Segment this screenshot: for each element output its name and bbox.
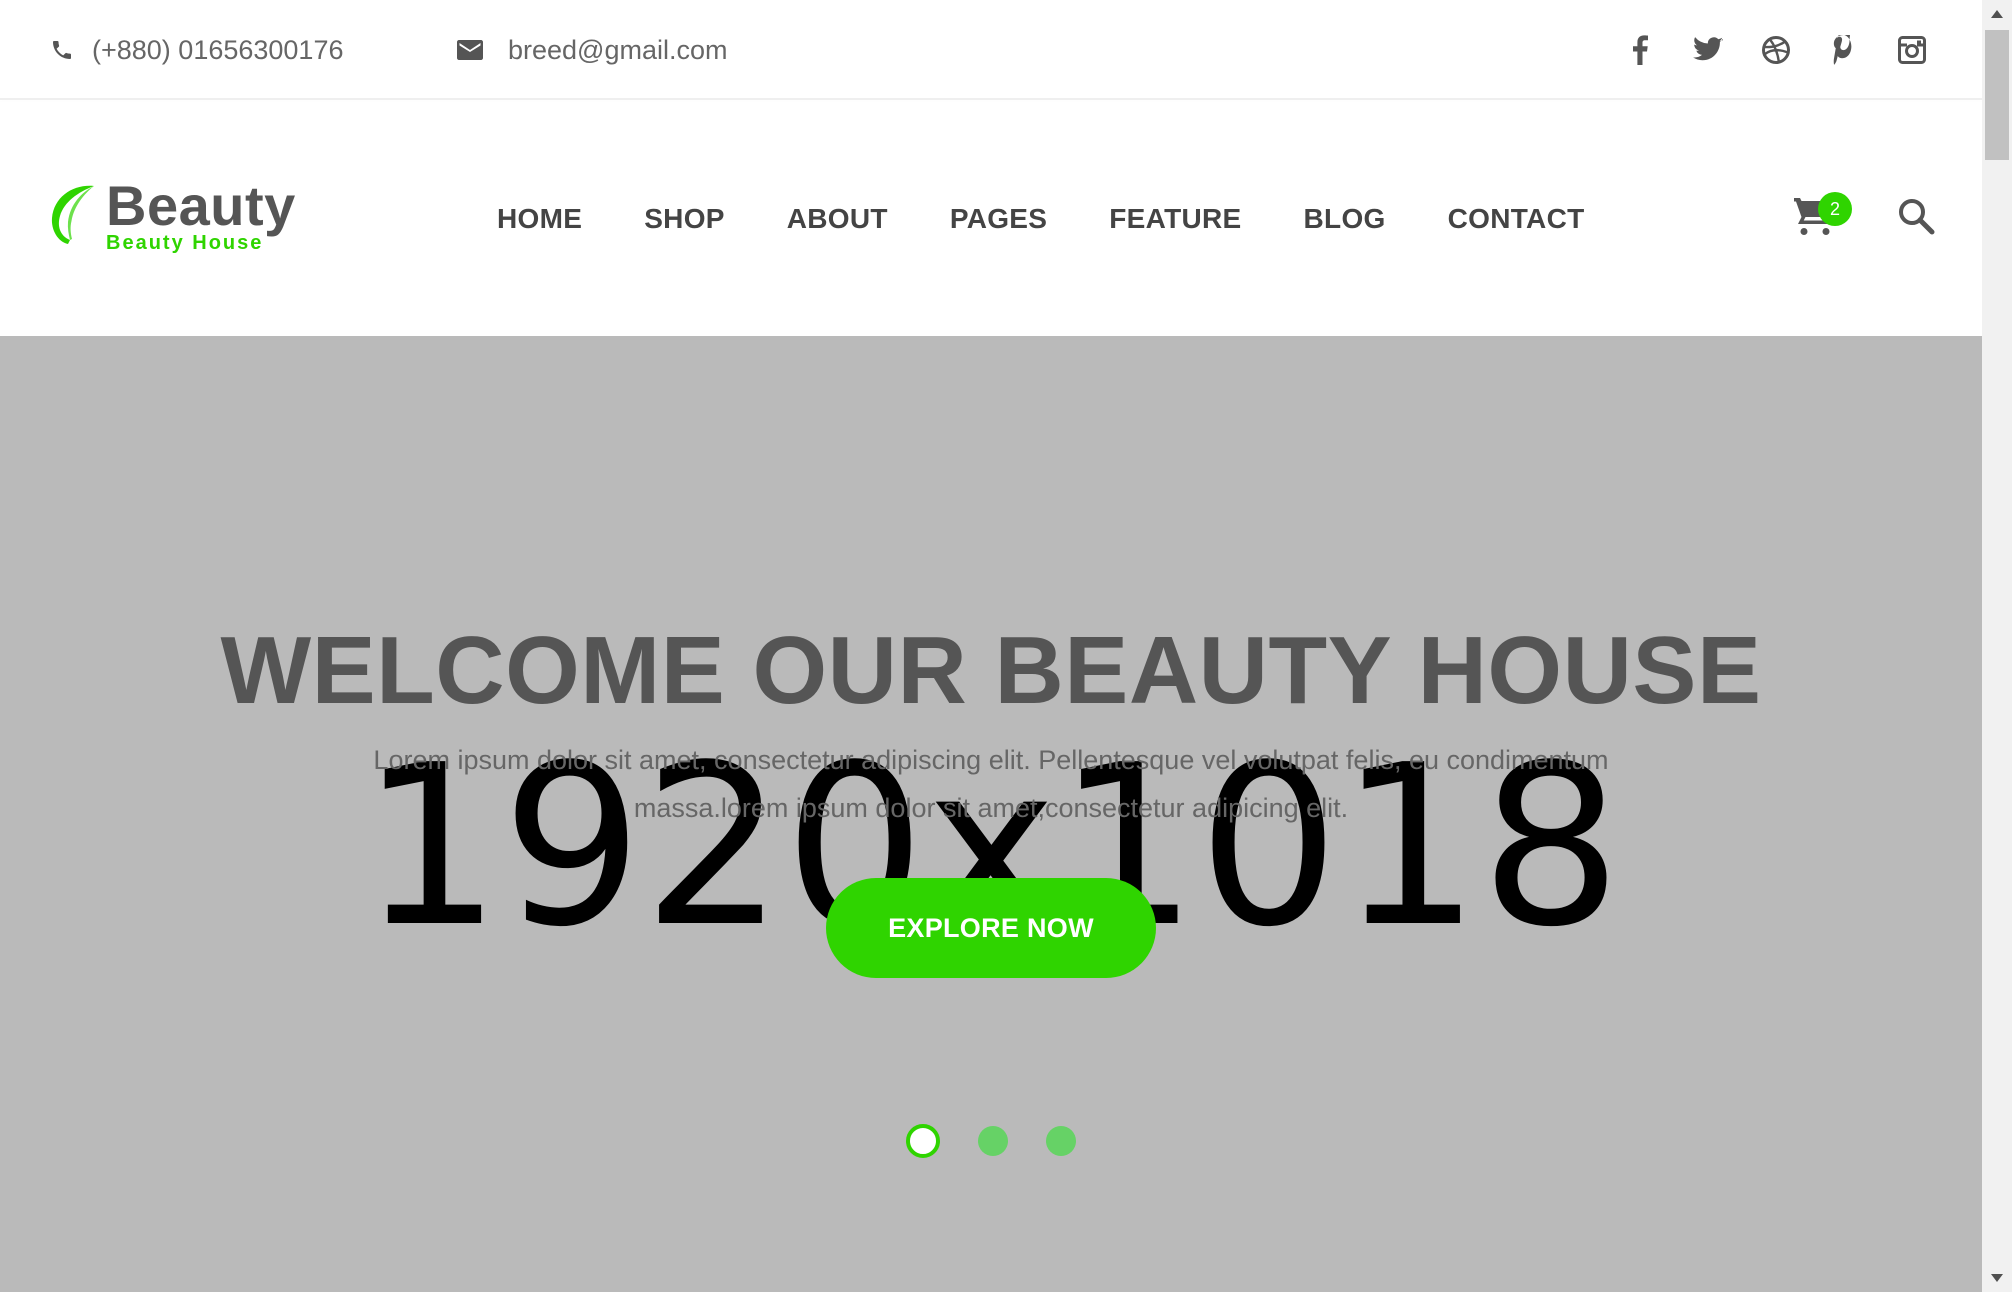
instagram-icon[interactable]: [1894, 32, 1930, 68]
slider-dot-1[interactable]: [906, 1124, 940, 1158]
logo-wordmark: Beauty: [106, 174, 296, 237]
social-links: [1590, 0, 1930, 100]
nav-shop[interactable]: SHOP: [644, 203, 725, 235]
logo-tagline: Beauty House: [106, 232, 264, 254]
mail-icon: [454, 34, 486, 66]
scroll-thumb[interactable]: [1985, 30, 2009, 160]
nav-blog[interactable]: BLOG: [1304, 203, 1386, 235]
dribbble-icon[interactable]: [1758, 32, 1794, 68]
top-bar: (+880) 01656300176 breed@gmail.com: [0, 0, 1982, 100]
main-header: Beauty Beauty House HOME SHOP ABOUT PAGE…: [0, 102, 1982, 336]
nav-about[interactable]: ABOUT: [787, 203, 888, 235]
explore-now-button[interactable]: EXPLORE NOW: [826, 878, 1156, 978]
email-contact[interactable]: breed@gmail.com: [454, 0, 728, 100]
email-address: breed@gmail.com: [508, 34, 728, 65]
search-icon: [1899, 199, 1935, 235]
nav-pages[interactable]: PAGES: [950, 203, 1047, 235]
cart-count-badge: 2: [1818, 192, 1852, 226]
facebook-icon[interactable]: [1622, 32, 1658, 68]
nav-feature[interactable]: FEATURE: [1109, 203, 1241, 235]
hero-description: Lorem ipsum dolor sit amet, consectetur …: [373, 745, 1609, 823]
twitter-icon[interactable]: [1690, 32, 1726, 68]
page-scrollbar[interactable]: [1982, 0, 2012, 1292]
phone-icon: [46, 34, 78, 66]
nav-home[interactable]: HOME: [497, 203, 582, 235]
pinterest-icon[interactable]: [1826, 32, 1862, 68]
hero-slider: 1920x1018 WELCOME OUR BEAUTY HOUSE Lorem…: [0, 336, 1982, 1292]
slider-dot-3[interactable]: [1046, 1126, 1076, 1156]
main-nav: HOME SHOP ABOUT PAGES FEATURE BLOG CONTA…: [497, 102, 1585, 336]
slider-dot-2[interactable]: [978, 1126, 1008, 1156]
scroll-down-arrow[interactable]: [1982, 1264, 2012, 1292]
logo[interactable]: Beauty Beauty House: [48, 178, 318, 258]
page: (+880) 01656300176 breed@gmail.com Beaut…: [0, 0, 1982, 1292]
nav-contact[interactable]: CONTACT: [1448, 203, 1585, 235]
scroll-up-arrow[interactable]: [1982, 0, 2012, 28]
slider-pagination: [0, 1124, 1982, 1164]
phone-number: (+880) 01656300176: [92, 34, 344, 65]
search-button[interactable]: [1896, 196, 1936, 236]
phone-contact[interactable]: (+880) 01656300176: [46, 0, 343, 100]
leaf-icon: [51, 185, 94, 244]
hero-title: WELCOME OUR BEAUTY HOUSE: [220, 617, 1762, 724]
